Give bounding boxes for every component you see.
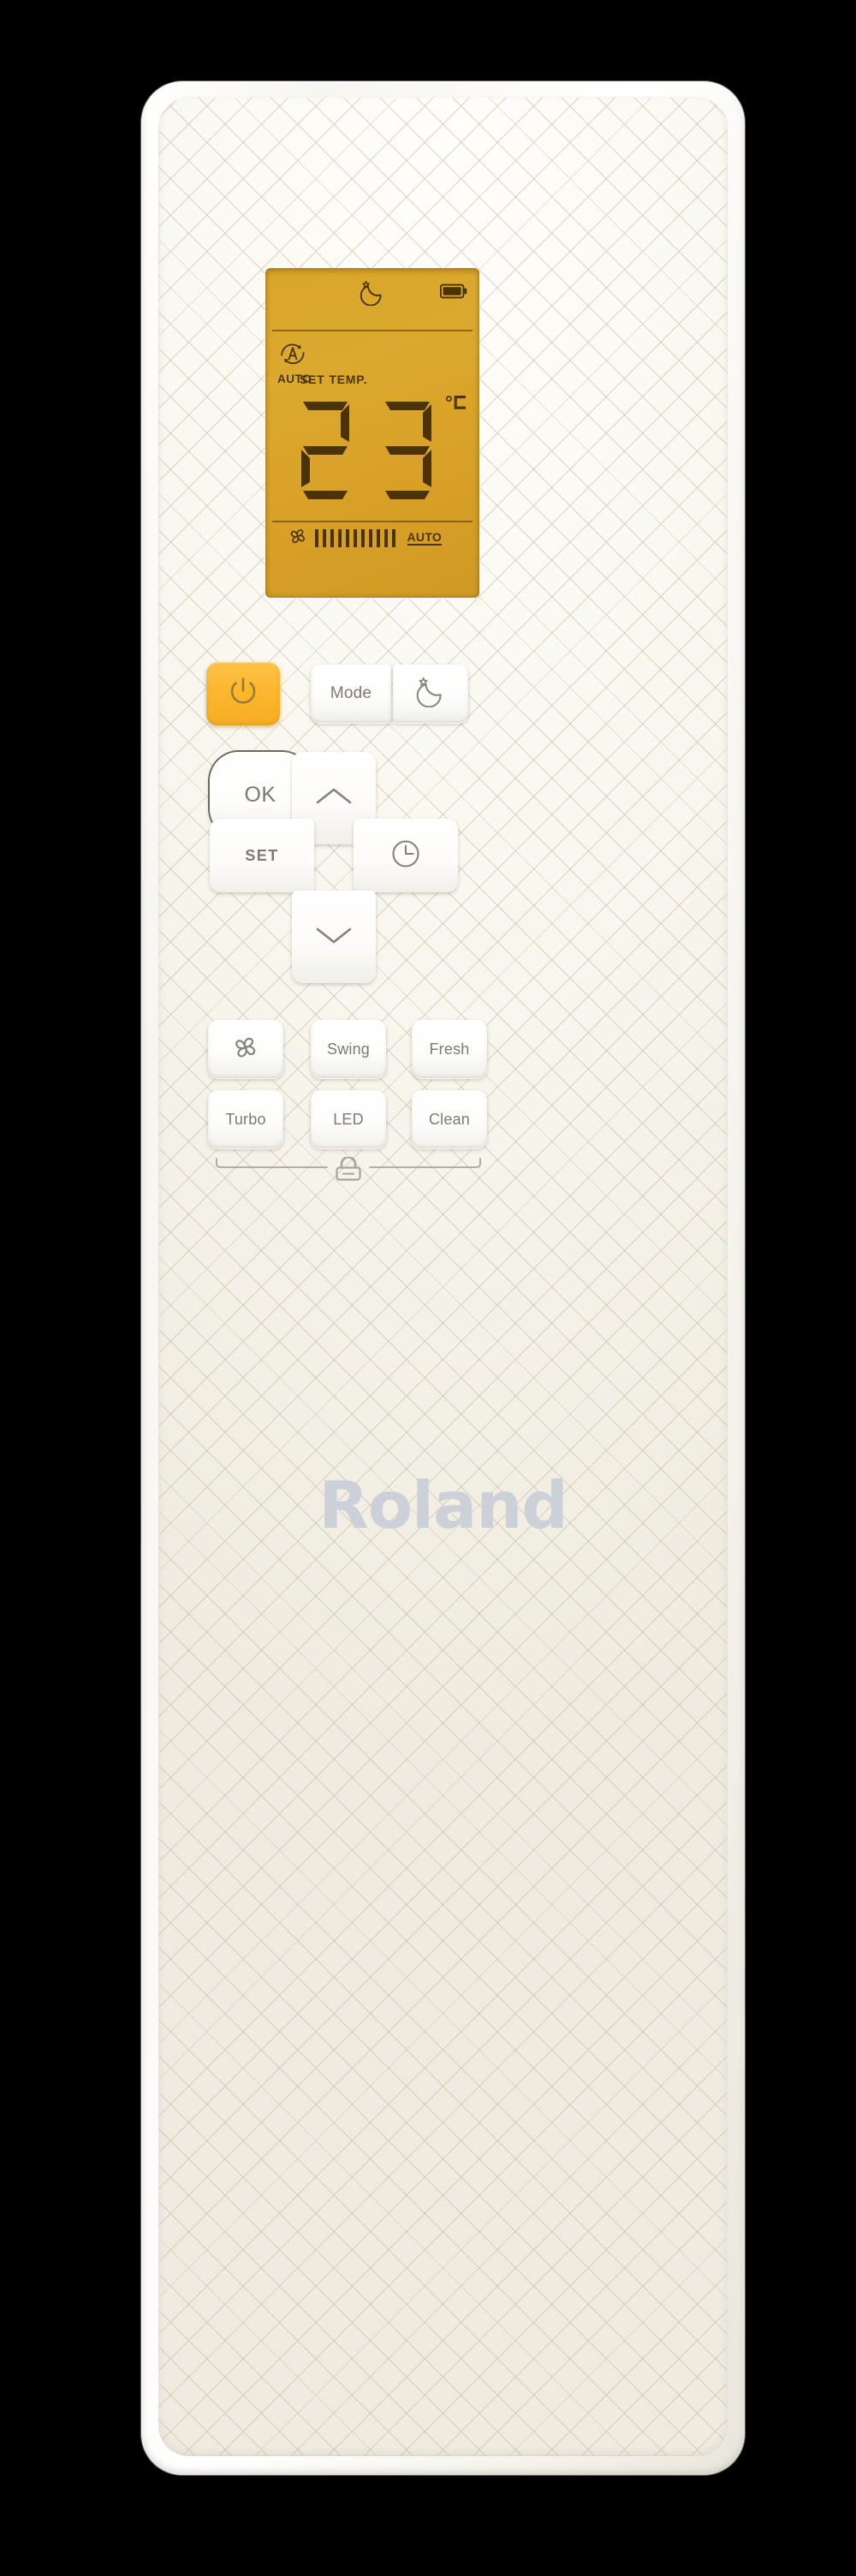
set-button[interactable]: SET bbox=[210, 819, 314, 892]
ok-button-label: OK bbox=[244, 782, 276, 807]
lcd-fan-auto-label: AUTO bbox=[407, 530, 443, 546]
brand-logo: Roland bbox=[318, 1467, 568, 1543]
fresh-button[interactable]: Fresh bbox=[412, 1020, 487, 1078]
moon-star-icon bbox=[413, 675, 448, 713]
down-button[interactable] bbox=[292, 891, 376, 983]
lcd-unit-celsius bbox=[445, 395, 467, 421]
clock-icon bbox=[389, 837, 423, 875]
mode-button[interactable]: Mode bbox=[311, 665, 391, 723]
lcd-battery-icon bbox=[439, 283, 467, 303]
lcd-display: AUTO SET TEMP. AUTO bbox=[265, 268, 479, 598]
lcd-fan-row: AUTO bbox=[286, 525, 471, 552]
lcd-sleep-icon bbox=[358, 278, 387, 310]
auto-mode-icon bbox=[277, 343, 308, 371]
turbo-button[interactable]: Turbo bbox=[208, 1090, 283, 1148]
power-icon bbox=[224, 672, 262, 715]
child-lock-indicator bbox=[211, 1155, 485, 1191]
lcd-temperature-digits bbox=[291, 397, 442, 506]
swing-button[interactable]: Swing bbox=[311, 1020, 386, 1078]
fresh-button-label: Fresh bbox=[429, 1040, 470, 1058]
lock-icon bbox=[336, 1155, 361, 1181]
power-button[interactable] bbox=[206, 662, 280, 725]
clean-button[interactable]: Clean bbox=[412, 1090, 487, 1148]
lcd-fan-speed-bars bbox=[315, 529, 395, 547]
turbo-button-label: Turbo bbox=[225, 1110, 266, 1128]
sleep-button[interactable] bbox=[393, 665, 468, 723]
chevron-up-icon bbox=[314, 785, 354, 812]
seg-digit-ones bbox=[385, 402, 431, 499]
fan-icon bbox=[229, 1031, 263, 1068]
fan-speed-button[interactable] bbox=[208, 1020, 283, 1078]
directional-pad: SET OK bbox=[210, 752, 458, 983]
set-button-label: SET bbox=[245, 846, 279, 864]
mode-button-label: Mode bbox=[330, 684, 372, 702]
timer-button[interactable] bbox=[354, 819, 458, 892]
lcd-fan-icon bbox=[286, 525, 310, 552]
chevron-down-icon bbox=[314, 924, 354, 951]
led-button-label: LED bbox=[333, 1110, 364, 1128]
remote-control-body: AUTO SET TEMP. AUTO Mode SET OK Swing Fr… bbox=[141, 81, 745, 2475]
led-button[interactable]: LED bbox=[311, 1090, 386, 1148]
lcd-set-temp-label: SET TEMP. bbox=[300, 373, 368, 386]
clean-button-label: Clean bbox=[428, 1110, 471, 1128]
remote-face-panel: AUTO SET TEMP. AUTO Mode SET OK Swing Fr… bbox=[158, 97, 728, 2456]
lcd-divider-top bbox=[272, 330, 473, 331]
lcd-divider-bottom bbox=[272, 521, 473, 522]
seg-digit-tens bbox=[301, 402, 349, 499]
swing-button-label: Swing bbox=[326, 1040, 371, 1058]
